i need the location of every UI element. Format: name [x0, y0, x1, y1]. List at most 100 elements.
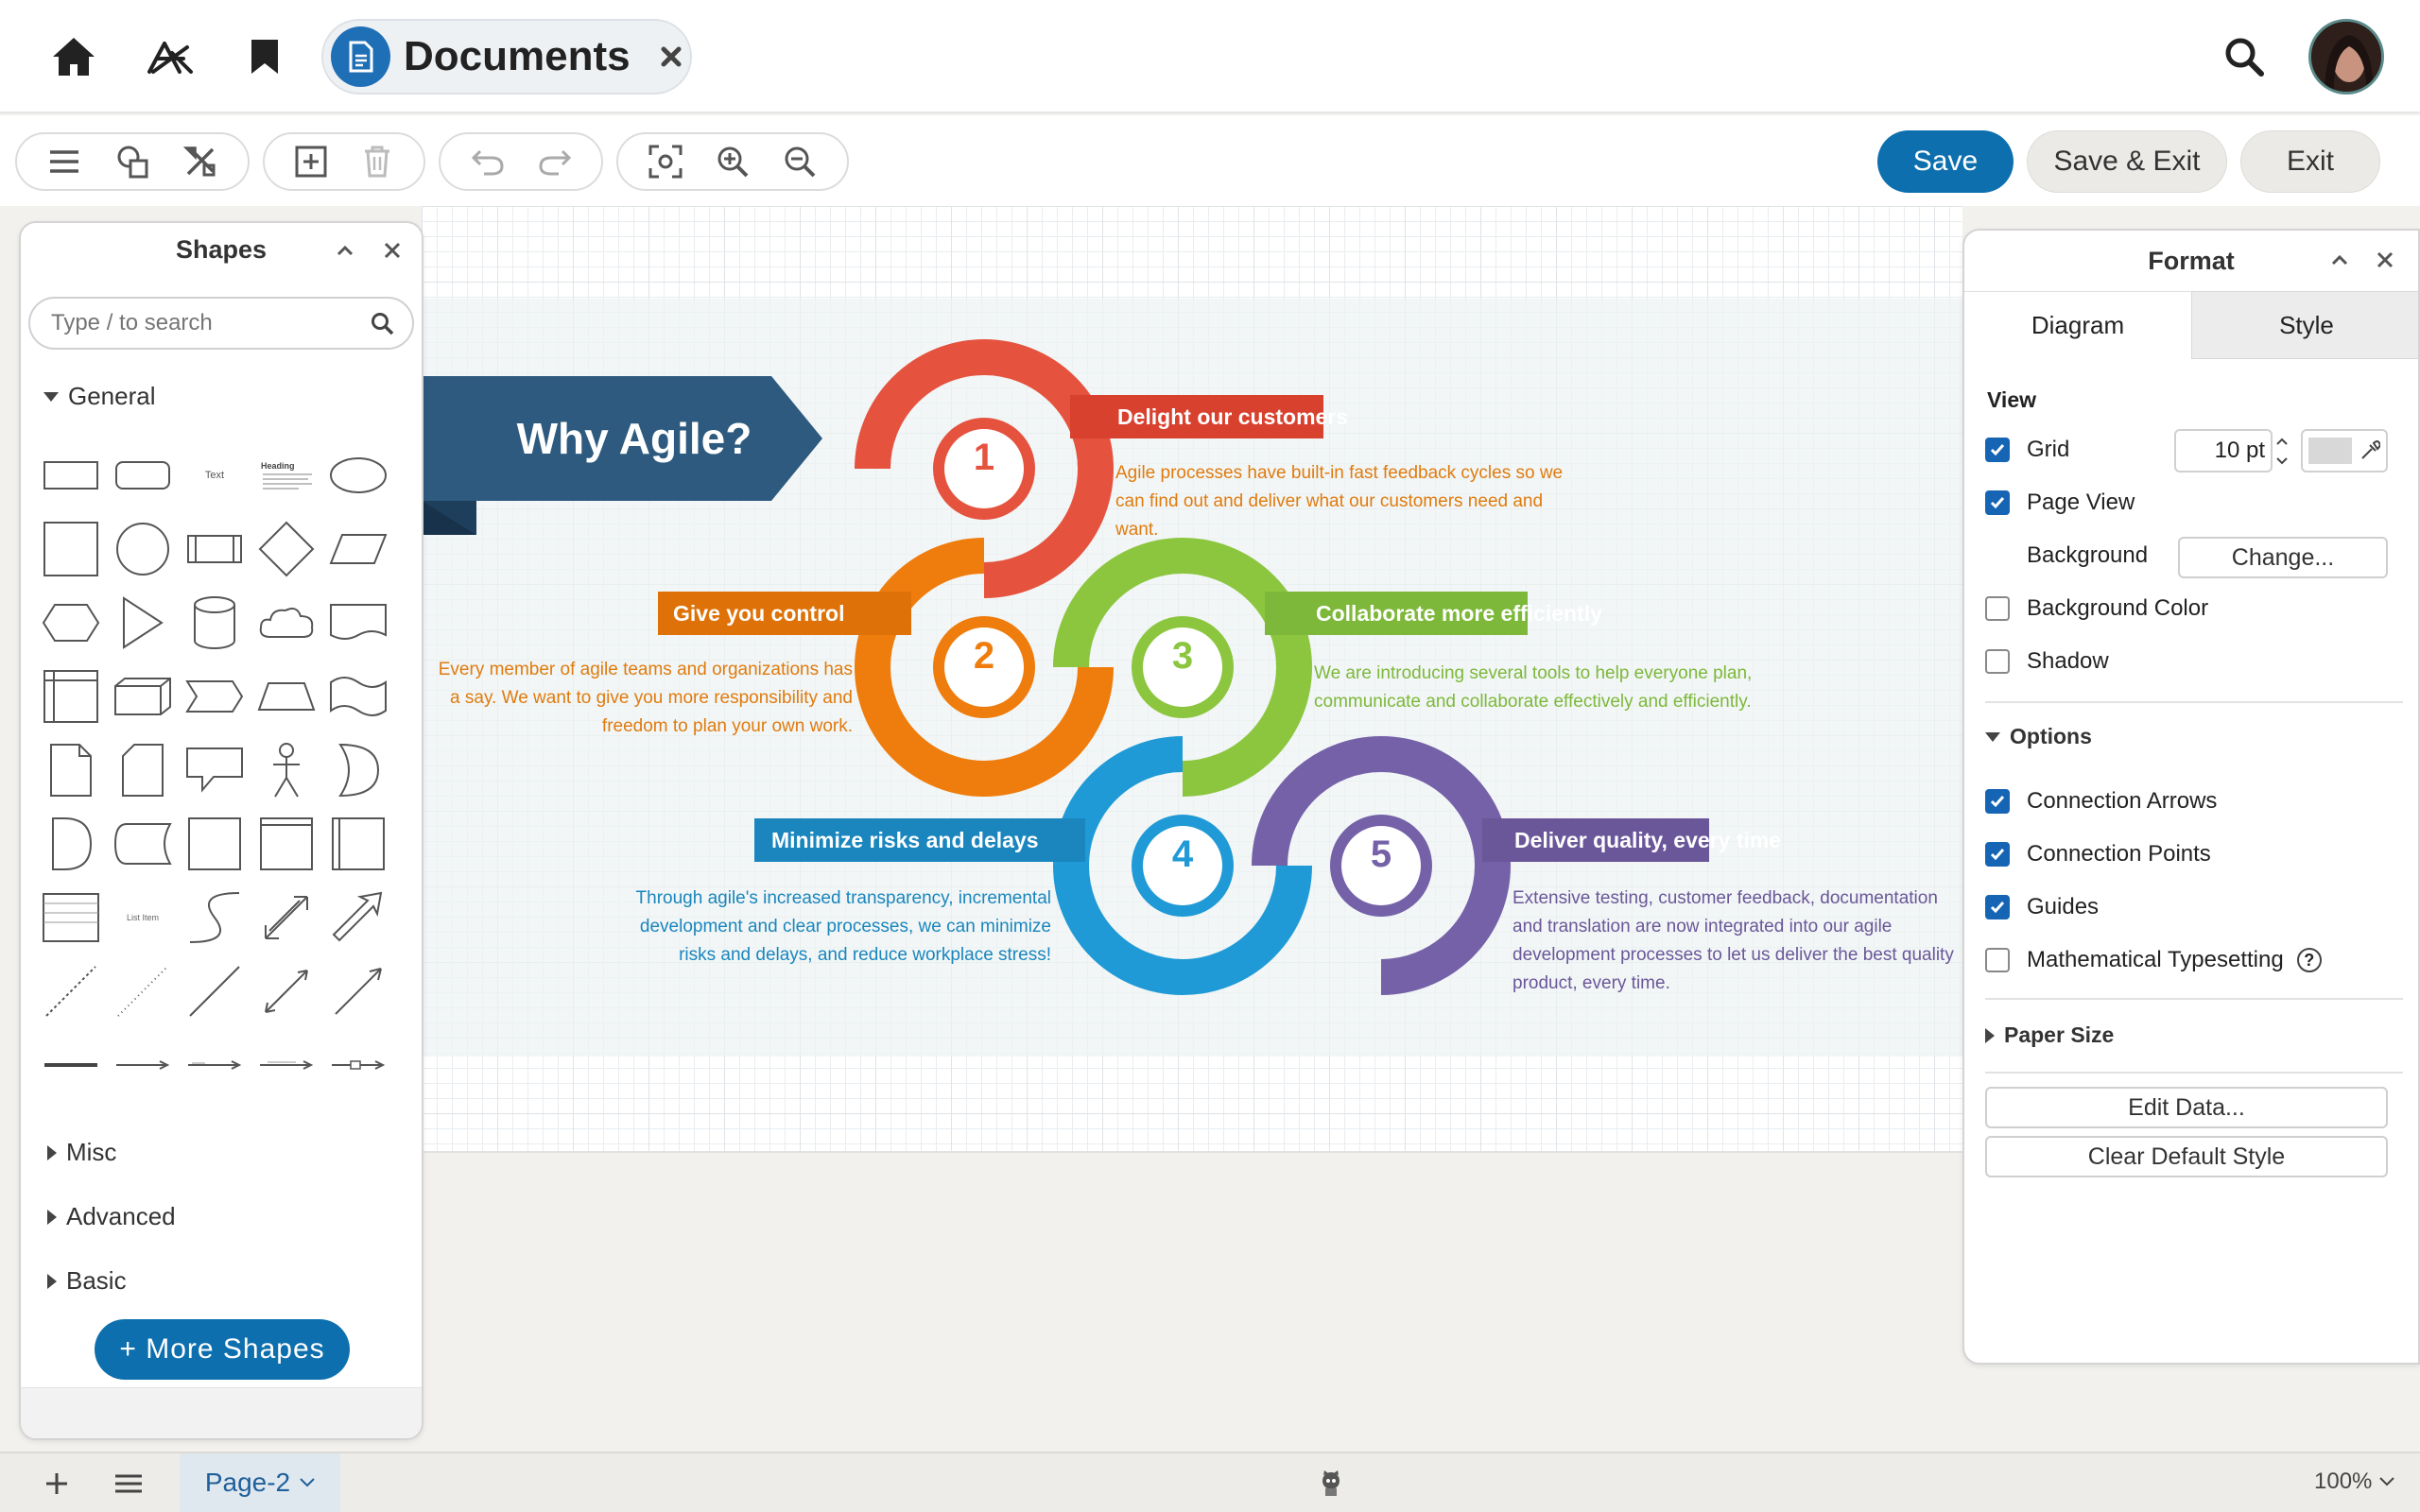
step-1-text[interactable]: Agile processes have built-in fast feedb…: [1115, 459, 1569, 544]
shape-parallelogram[interactable]: [321, 512, 395, 586]
grid-color-picker[interactable]: [2301, 429, 2388, 472]
shape-internal-storage[interactable]: [34, 660, 108, 733]
shape-triangle[interactable]: [106, 586, 180, 660]
shape-arrow-line[interactable]: [321, 954, 395, 1028]
section-basic[interactable]: Basic: [47, 1266, 127, 1296]
home-icon[interactable]: [36, 19, 112, 94]
shape-card[interactable]: [106, 733, 180, 807]
close-icon[interactable]: [378, 236, 406, 265]
shape-cloud[interactable]: [250, 586, 323, 660]
shape-document[interactable]: [321, 586, 395, 660]
math-typesetting-option[interactable]: Mathematical Typesetting ?: [1985, 947, 2322, 973]
help-icon[interactable]: ?: [2296, 948, 2322, 972]
connection-points-checkbox[interactable]: [1985, 842, 2010, 867]
app-store-icon[interactable]: [132, 19, 208, 94]
section-misc[interactable]: Misc: [47, 1138, 116, 1167]
shape-hexagon[interactable]: [34, 586, 108, 660]
format-panel-icon[interactable]: [174, 135, 227, 188]
shape-container[interactable]: [250, 807, 323, 881]
shadow-checkbox[interactable]: [1985, 649, 2010, 674]
document-tab[interactable]: Documents: [321, 19, 692, 94]
tab-style[interactable]: Style: [2191, 291, 2418, 359]
shape-connector-4[interactable]: [321, 1028, 395, 1102]
shape-heading[interactable]: Heading: [250, 438, 323, 512]
save-button[interactable]: Save: [1877, 130, 2014, 193]
shape-delay[interactable]: [34, 807, 108, 881]
edit-data-button[interactable]: Edit Data...: [1985, 1087, 2388, 1128]
step-2-text[interactable]: Every member of agile teams and organiza…: [427, 656, 853, 741]
background-color-checkbox[interactable]: [1985, 596, 2010, 621]
section-advanced[interactable]: Advanced: [47, 1202, 176, 1231]
shape-curve[interactable]: [178, 881, 251, 954]
shape-dashed-line[interactable]: [34, 954, 108, 1028]
undo-icon[interactable]: [461, 135, 514, 188]
shape-square-outline[interactable]: [178, 807, 251, 881]
grid-size-stepper[interactable]: [2273, 431, 2291, 471]
zoom-out-icon[interactable]: [773, 135, 826, 188]
shape-cube[interactable]: [106, 660, 180, 733]
connection-arrows-option[interactable]: Connection Arrows: [1985, 788, 2217, 815]
options-section[interactable]: Options: [1985, 724, 2092, 749]
paper-size-section[interactable]: Paper Size: [1985, 1022, 2114, 1048]
github-cat-icon[interactable]: [1312, 1465, 1350, 1503]
save-exit-button[interactable]: Save & Exit: [2027, 130, 2227, 193]
search-icon[interactable]: [2216, 28, 2273, 85]
clear-default-style-button[interactable]: Clear Default Style: [1985, 1136, 2388, 1177]
zoom-control[interactable]: 100%: [2314, 1469, 2395, 1495]
shape-arrow[interactable]: [321, 881, 395, 954]
step-5-heading[interactable]: Deliver quality, every time: [1495, 818, 1781, 862]
page-tab[interactable]: Page-2: [180, 1453, 340, 1512]
guides-option[interactable]: Guides: [1985, 894, 2099, 920]
more-shapes-button[interactable]: + More Shapes: [95, 1319, 350, 1380]
shape-diamond[interactable]: [250, 512, 323, 586]
shape-callout[interactable]: [178, 733, 251, 807]
background-color-option[interactable]: Background Color: [1985, 595, 2208, 622]
shape-connector-3[interactable]: [250, 1028, 323, 1102]
step-3-heading[interactable]: Collaborate more efficiently: [1297, 592, 1602, 635]
shape-note[interactable]: [34, 733, 108, 807]
shape-swimlane[interactable]: [321, 807, 395, 881]
step-4-heading[interactable]: Minimize risks and delays: [752, 818, 1039, 862]
connection-points-option[interactable]: Connection Points: [1985, 841, 2211, 868]
collapse-icon[interactable]: [331, 236, 359, 265]
shape-or[interactable]: [321, 733, 395, 807]
shape-actor[interactable]: [250, 733, 323, 807]
shape-trapezoid[interactable]: [250, 660, 323, 733]
shape-ellipse[interactable]: [321, 438, 395, 512]
tab-diagram[interactable]: Diagram: [1964, 291, 2191, 359]
avatar[interactable]: [2308, 19, 2384, 94]
search-input[interactable]: [28, 297, 414, 350]
shape-data-storage[interactable]: [106, 807, 180, 881]
grid-option[interactable]: Grid: [1985, 437, 2069, 463]
close-tab-icon[interactable]: [653, 38, 690, 76]
guides-checkbox[interactable]: [1985, 895, 2010, 919]
shape-cylinder[interactable]: [178, 586, 251, 660]
connection-arrows-checkbox[interactable]: [1985, 789, 2010, 814]
grid-checkbox[interactable]: [1985, 438, 2010, 462]
shape-connector-2[interactable]: [178, 1028, 251, 1102]
bookmark-icon[interactable]: [227, 19, 302, 94]
shape-text[interactable]: Text: [178, 438, 251, 512]
shape-rounded-rectangle[interactable]: [106, 438, 180, 512]
add-page-icon[interactable]: [38, 1465, 76, 1503]
math-typesetting-checkbox[interactable]: [1985, 948, 2010, 972]
step-1-heading[interactable]: Delight our customers: [1098, 395, 1348, 438]
fit-icon[interactable]: [639, 135, 692, 188]
collapse-icon[interactable]: [2325, 246, 2354, 274]
shape-list-item[interactable]: List Item: [106, 881, 180, 954]
redo-icon[interactable]: [528, 135, 581, 188]
section-general[interactable]: General: [43, 382, 156, 411]
shape-connector-1[interactable]: [106, 1028, 180, 1102]
shape-square[interactable]: [34, 512, 108, 586]
close-icon[interactable]: [2371, 246, 2399, 274]
diagram-title[interactable]: Why Agile?: [450, 376, 819, 501]
step-2-heading[interactable]: Give you control: [654, 592, 913, 635]
change-background-button[interactable]: Change...: [2178, 537, 2388, 578]
page-view-option[interactable]: Page View: [1985, 490, 2135, 516]
shape-double-arrow-line[interactable]: [250, 954, 323, 1028]
shape-bidirectional-arrow[interactable]: [250, 881, 323, 954]
shape-thick-line[interactable]: [34, 1028, 108, 1102]
shape-list[interactable]: [34, 881, 108, 954]
step-5-text[interactable]: Extensive testing, customer feedback, do…: [1512, 885, 1962, 998]
shape-step[interactable]: [178, 660, 251, 733]
